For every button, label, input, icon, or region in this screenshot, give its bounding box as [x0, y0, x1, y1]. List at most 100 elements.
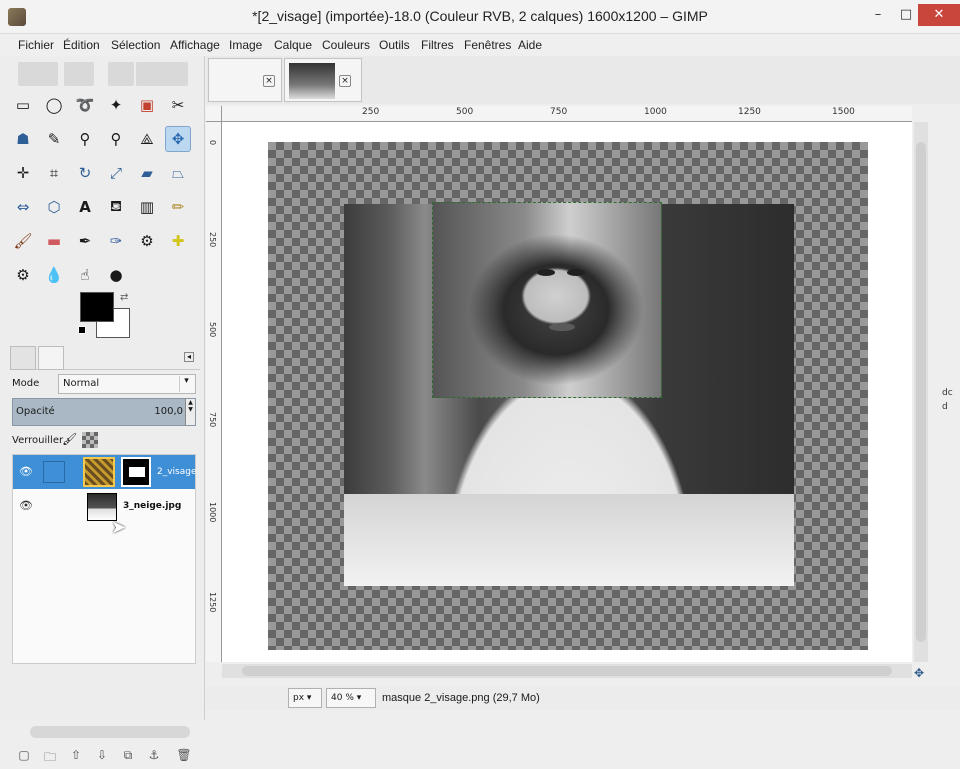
tool-option-1[interactable] [18, 62, 58, 86]
perspective-icon[interactable]: ⏢ [165, 160, 191, 186]
navigate-icon[interactable]: ✥ [914, 666, 924, 680]
bucket-fill-icon[interactable]: ⛾ [103, 194, 129, 220]
free-select-icon[interactable]: ➰ [72, 92, 98, 118]
flip-icon[interactable]: ⇔ [10, 194, 36, 220]
face-layer-image[interactable] [432, 202, 662, 398]
vertical-ruler[interactable]: 0 250 500 750 1000 1250 [206, 122, 222, 662]
maximize-button[interactable]: □ [892, 4, 920, 26]
menu-fenetres[interactable]: Fenêtres [464, 38, 511, 52]
close-tab-icon[interactable]: × [263, 75, 275, 87]
zoom-select[interactable]: 40 % ▾ [326, 688, 376, 708]
layers-scrollbar[interactable] [30, 726, 190, 738]
mode-value: Normal [63, 378, 100, 389]
new-group-icon[interactable]: 🗀 [42, 748, 58, 764]
image-tab-active[interactable]: × [284, 58, 362, 102]
ellipse-select-icon[interactable]: ◯ [41, 92, 67, 118]
ruler-corner[interactable] [206, 106, 222, 122]
heal-icon[interactable]: ✚ [165, 228, 191, 254]
menu-image[interactable]: Image [229, 38, 262, 52]
image-canvas[interactable] [222, 122, 912, 662]
lower-layer-icon[interactable]: ⇩ [94, 748, 110, 764]
color-picker-icon[interactable]: ⚲ [72, 126, 98, 152]
rotate-icon[interactable]: ↻ [72, 160, 98, 186]
foreground-color-swatch[interactable] [80, 292, 114, 322]
scrollbar-thumb[interactable] [916, 142, 926, 642]
smudge-icon[interactable]: ☝ [72, 262, 98, 288]
zoom-icon[interactable]: ⚲ [103, 126, 129, 152]
scrollbar-thumb[interactable] [242, 666, 892, 676]
eye-icon[interactable]: 👁 [19, 499, 33, 512]
layer-row[interactable]: 👁 2_visage [13, 455, 197, 489]
minimize-button[interactable]: – [864, 4, 892, 26]
tool-option-3[interactable] [108, 62, 134, 86]
horizontal-ruler[interactable]: 250 500 750 1000 1250 1500 [222, 106, 912, 122]
paintbrush-icon[interactable]: 🖌 [10, 228, 36, 254]
tab-layers[interactable] [38, 346, 64, 370]
opacity-label: Opacité [16, 406, 55, 417]
close-tab-icon[interactable]: × [339, 75, 351, 87]
menu-outils[interactable]: Outils [379, 38, 410, 52]
shear-icon[interactable]: ▰ [134, 160, 160, 186]
lock-pixels-icon[interactable]: 🖌 [62, 432, 77, 446]
swap-colors-icon[interactable]: ⇄ [120, 292, 128, 303]
menu-edition[interactable]: Édition [63, 38, 100, 52]
duplicate-layer-icon[interactable]: ⧉ [120, 748, 136, 764]
reset-colors-icon[interactable] [78, 326, 86, 334]
dock-menu-icon[interactable]: ◂ [184, 352, 194, 362]
image-tab[interactable]: × [208, 58, 282, 102]
chain-icon[interactable] [43, 461, 65, 483]
move-icon[interactable]: ✥ [165, 126, 191, 152]
menu-affichage[interactable]: Affichage [170, 38, 220, 52]
delete-layer-icon[interactable]: 🗑 [176, 748, 192, 764]
pencil-icon[interactable]: ✏ [165, 194, 191, 220]
tab-tool-options[interactable] [10, 346, 36, 370]
layer-name[interactable]: 2_visage [157, 467, 197, 477]
horizontal-scrollbar[interactable] [222, 664, 912, 678]
close-button[interactable]: ✕ [918, 4, 960, 26]
menu-aide[interactable]: Aide [518, 38, 542, 52]
fuzzy-select-icon[interactable]: ✦ [103, 92, 129, 118]
tool-option-2[interactable] [64, 62, 94, 86]
menu-calque[interactable]: Calque [274, 38, 312, 52]
anchor-layer-icon[interactable]: ⚓ [146, 748, 162, 764]
crop-icon[interactable]: ⌗ [41, 160, 67, 186]
rect-select-icon[interactable]: ▭ [10, 92, 36, 118]
raise-layer-icon[interactable]: ⇧ [68, 748, 84, 764]
color-select-icon[interactable]: ▣ [134, 92, 160, 118]
layer-mask-thumbnail[interactable] [121, 457, 151, 487]
opacity-slider[interactable]: Opacité 100,0 ▲ ▼ [12, 398, 196, 426]
menu-selection[interactable]: Sélection [111, 38, 160, 52]
blur-icon[interactable]: 💧 [41, 262, 67, 288]
ruler-label: 750 [208, 412, 217, 428]
airbrush-icon[interactable]: ✒ [72, 228, 98, 254]
menu-filtres[interactable]: Filtres [421, 38, 454, 52]
tool-option-4[interactable] [136, 62, 188, 86]
clone-icon[interactable]: ⚙ [134, 228, 160, 254]
text-icon[interactable]: A [72, 194, 98, 220]
paths-icon[interactable]: ✎ [41, 126, 67, 152]
eye-icon[interactable]: 👁 [19, 465, 33, 478]
layer-row[interactable]: 👁 3_neige.jpg [13, 489, 195, 523]
scissors-icon[interactable]: ✂ [165, 92, 191, 118]
menu-couleurs[interactable]: Couleurs [322, 38, 370, 52]
opacity-spinner[interactable]: ▲ ▼ [185, 399, 195, 425]
mode-select[interactable]: Normal ▾ [58, 374, 196, 394]
measure-icon[interactable]: ⟁ [134, 126, 160, 152]
lock-alpha-icon[interactable] [82, 432, 98, 448]
eraser-icon[interactable]: ▬ [41, 228, 67, 254]
scale-icon[interactable]: ⤢ [103, 160, 129, 186]
layer-name[interactable]: 3_neige.jpg [123, 501, 181, 511]
ink-icon[interactable]: ✑ [103, 228, 129, 254]
new-layer-icon[interactable]: ▢ [16, 748, 32, 764]
menu-fichier[interactable]: Fichier [18, 38, 54, 52]
blend-icon[interactable]: ▥ [134, 194, 160, 220]
unit-select[interactable]: px ▾ [288, 688, 322, 708]
layer-thumbnail[interactable] [83, 457, 115, 487]
right-eye [567, 269, 585, 276]
foreground-select-icon[interactable]: ☗ [10, 126, 36, 152]
vertical-scrollbar[interactable] [914, 122, 928, 662]
dodge-burn-icon[interactable]: ● [103, 262, 129, 288]
cage-icon[interactable]: ⬡ [41, 194, 67, 220]
align-icon[interactable]: ✛ [10, 160, 36, 186]
perspective-clone-icon[interactable]: ⚙ [10, 262, 36, 288]
